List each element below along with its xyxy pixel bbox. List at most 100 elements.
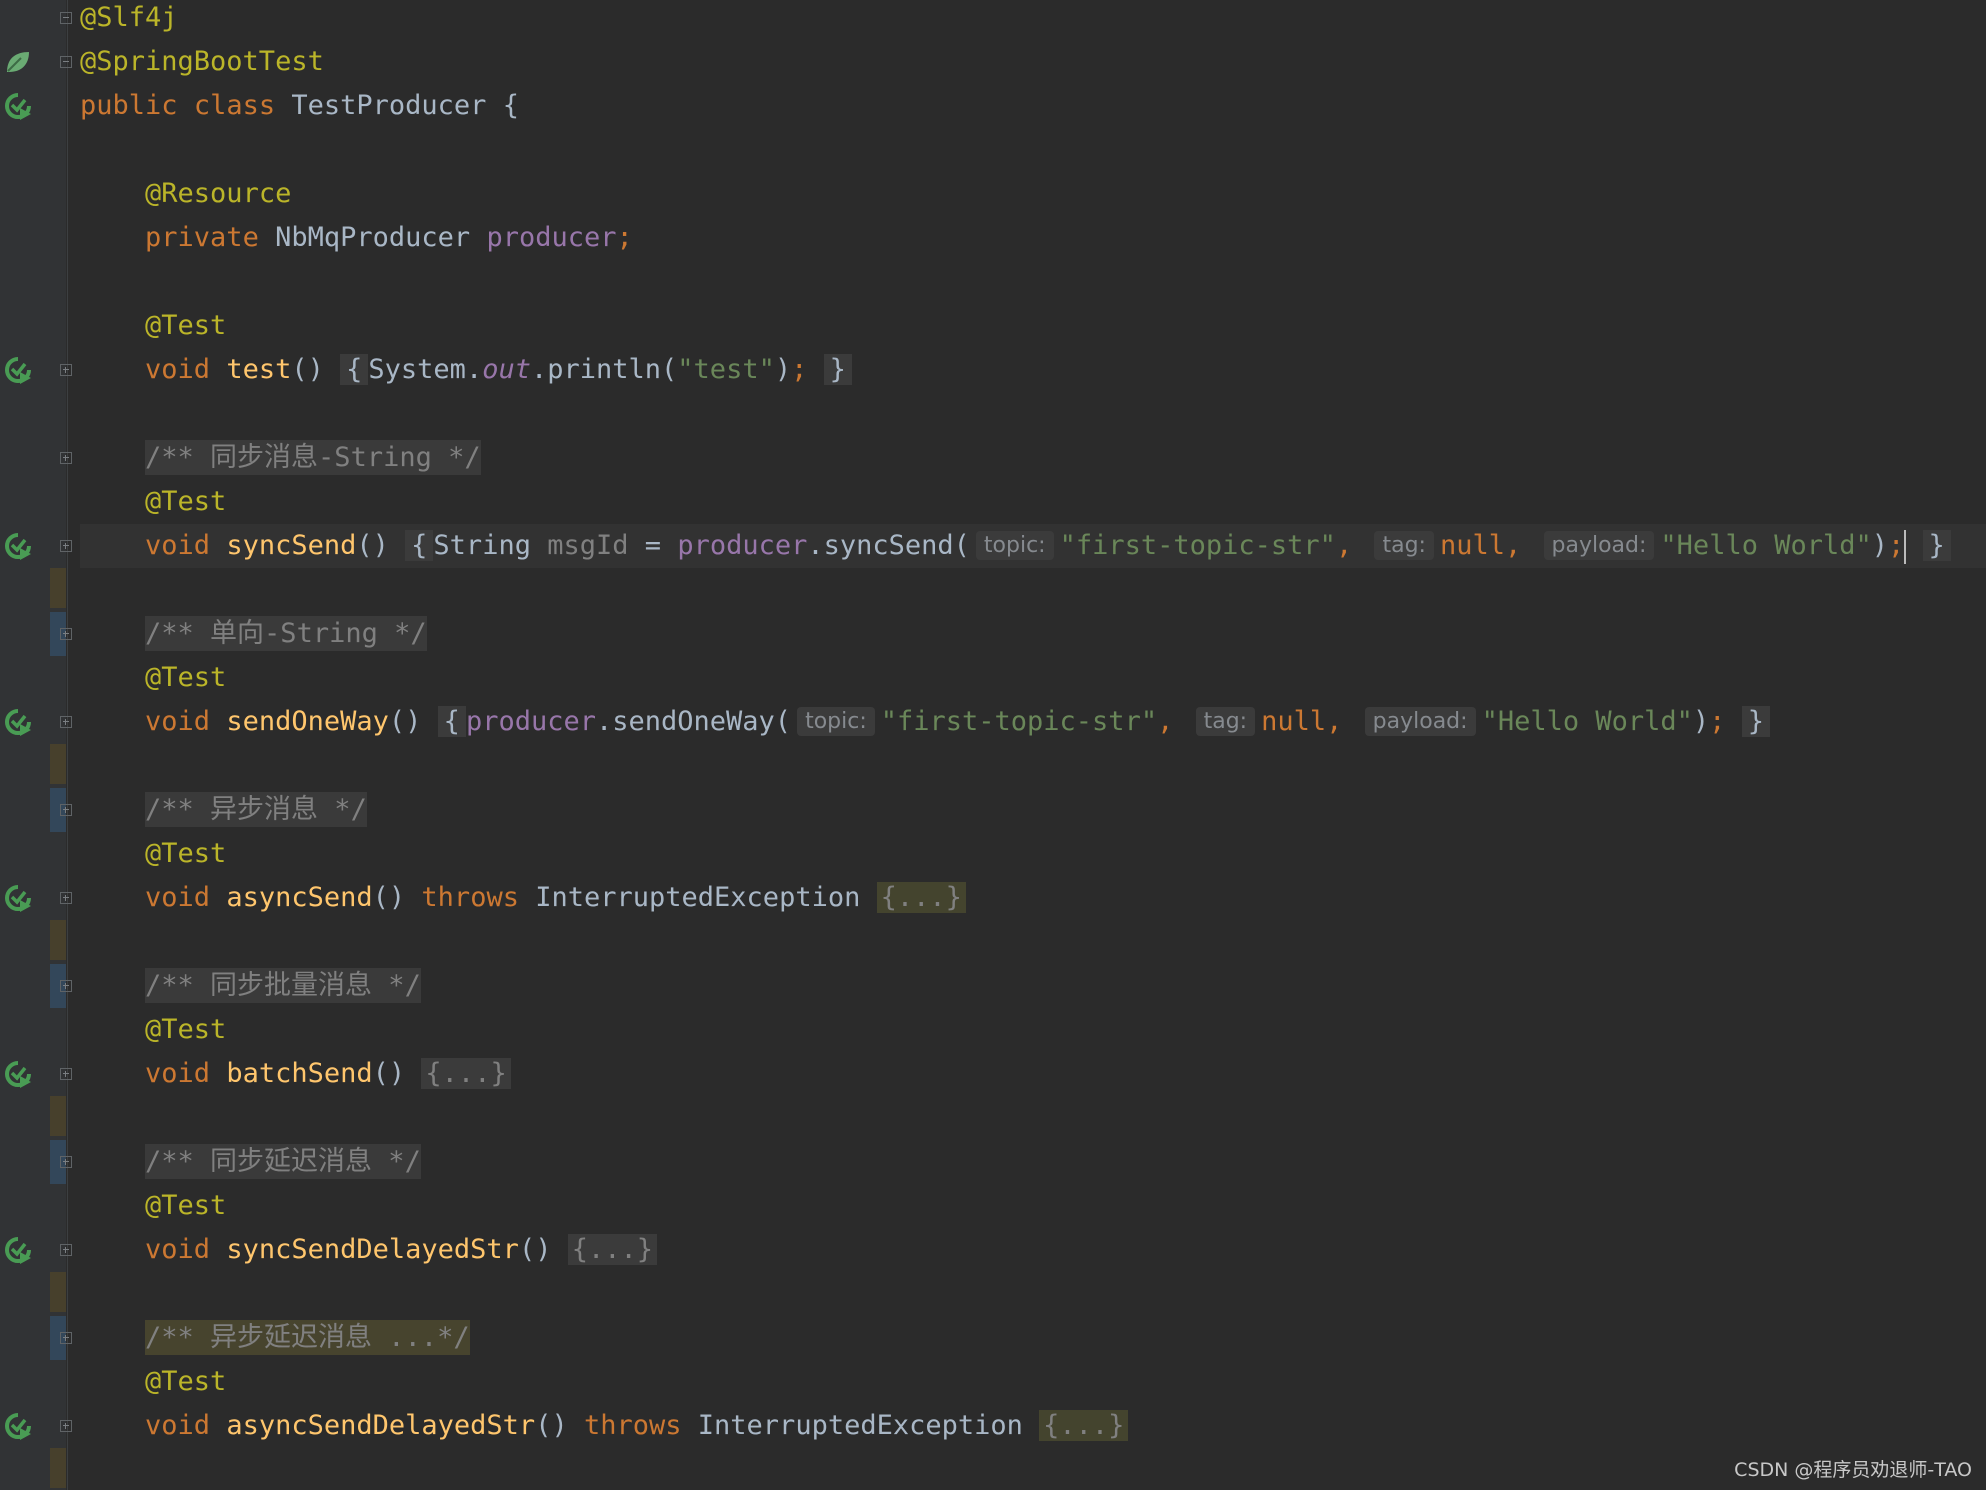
folded-brace[interactable]: } — [823, 354, 852, 385]
annotation: @Test — [145, 838, 227, 869]
run-test-icon[interactable] — [4, 92, 32, 120]
code-line[interactable]: public class TestProducer { — [80, 84, 1986, 128]
fold-toggle-icon[interactable] — [60, 1156, 72, 1168]
code-line[interactable]: @Resource — [80, 172, 1986, 216]
fold-toggle-icon[interactable] — [60, 12, 72, 24]
parens: () — [518, 1234, 552, 1265]
doc-comment[interactable]: /** 异步消息 */ — [145, 792, 367, 827]
method-name: asyncSend — [226, 882, 373, 913]
param-hint: payload: — [1364, 707, 1476, 736]
code-line[interactable]: @Test — [80, 480, 1986, 524]
code-line[interactable]: /** 同步延迟消息 */ — [80, 1140, 1986, 1184]
method-name: syncSendDelayedStr — [226, 1234, 519, 1265]
type-name: String — [433, 530, 531, 561]
fold-toggle-icon[interactable] — [60, 892, 72, 904]
run-test-icon[interactable] — [4, 1412, 32, 1440]
operator: = — [644, 530, 662, 561]
code-line[interactable]: private NbMqProducer producer; — [80, 216, 1986, 260]
fold-toggle-icon[interactable] — [60, 452, 72, 464]
folded-block[interactable]: {...} — [1039, 1410, 1129, 1441]
keyword: class — [193, 90, 276, 121]
keyword: void — [145, 1410, 211, 1441]
keyword: void — [145, 882, 211, 913]
parens: () — [372, 882, 406, 913]
gutter-divider — [67, 0, 68, 1490]
code-line-current[interactable]: void syncSend() {String msgId = producer… — [80, 524, 1986, 568]
code-line[interactable]: @Test — [80, 656, 1986, 700]
fold-toggle-icon[interactable] — [60, 1068, 72, 1080]
fold-toggle-icon[interactable] — [60, 540, 72, 552]
doc-comment[interactable]: /** 异步延迟消息 ...*/ — [145, 1320, 470, 1355]
code-line[interactable]: @Slf4j — [80, 0, 1986, 40]
code-line[interactable]: /** 异步延迟消息 ...*/ — [80, 1316, 1986, 1360]
method-name: sendOneWay — [226, 706, 389, 737]
fold-toggle-icon[interactable] — [60, 804, 72, 816]
run-test-icon[interactable] — [4, 532, 32, 560]
change-marker — [50, 920, 66, 960]
run-test-icon[interactable] — [4, 1236, 32, 1264]
doc-comment[interactable]: /** 单向-String */ — [145, 616, 427, 651]
folded-brace[interactable]: { — [437, 706, 466, 737]
fold-toggle-icon[interactable] — [60, 364, 72, 376]
code-line[interactable]: /** 单向-String */ — [80, 612, 1986, 656]
fold-toggle-icon[interactable] — [60, 980, 72, 992]
fold-toggle-icon[interactable] — [60, 1332, 72, 1344]
fold-toggle-icon[interactable] — [60, 628, 72, 640]
code-line[interactable]: @Test — [80, 1008, 1986, 1052]
code-line[interactable]: /** 异步消息 */ — [80, 788, 1986, 832]
folded-brace[interactable]: { — [340, 354, 369, 385]
fold-toggle-icon[interactable] — [60, 1244, 72, 1256]
parens: () — [388, 706, 422, 737]
annotation: @SpringBootTest — [80, 46, 324, 77]
method-name: batchSend — [226, 1058, 373, 1089]
folded-block[interactable]: {...} — [421, 1058, 511, 1089]
doc-comment[interactable]: /** 同步延迟消息 */ — [145, 1144, 421, 1179]
code-line[interactable]: void sendOneWay() {producer.sendOneWay(t… — [80, 700, 1986, 744]
method-name: syncSend — [226, 530, 357, 561]
folded-block[interactable]: {...} — [567, 1234, 657, 1265]
param-hint: topic: — [975, 531, 1054, 560]
code-line[interactable]: void asyncSendDelayedStr() throws Interr… — [80, 1404, 1986, 1448]
string-literal: "Hello World" — [1481, 706, 1693, 737]
semicolon: ; — [616, 222, 633, 253]
run-test-icon[interactable] — [4, 356, 32, 384]
fold-toggle-icon[interactable] — [60, 56, 72, 68]
comma: , — [1504, 530, 1522, 561]
code-line[interactable]: void asyncSend() throws InterruptedExcep… — [80, 876, 1986, 920]
code-line[interactable]: void batchSend() {...} — [80, 1052, 1986, 1096]
static-field: out — [482, 354, 531, 385]
run-test-icon[interactable] — [4, 708, 32, 736]
code-line[interactable]: @Test — [80, 832, 1986, 876]
string-literal: "test" — [677, 354, 775, 385]
code-line[interactable]: void test() {System.out.println("test");… — [80, 348, 1986, 392]
fold-toggle-icon[interactable] — [60, 716, 72, 728]
keyword: throws — [421, 882, 519, 913]
run-test-icon[interactable] — [4, 1060, 32, 1088]
folded-brace[interactable]: { — [405, 530, 434, 561]
folded-block[interactable]: {...} — [876, 882, 966, 913]
code-line[interactable]: @Test — [80, 304, 1986, 348]
code-line[interactable]: @Test — [80, 1184, 1986, 1228]
spring-bean-icon[interactable] — [4, 48, 32, 76]
code-line[interactable]: void syncSendDelayedStr() {...} — [80, 1228, 1986, 1272]
doc-comment[interactable]: /** 同步批量消息 */ — [145, 968, 421, 1003]
field-name: producer — [465, 706, 596, 737]
comma: , — [1335, 530, 1353, 561]
semicolon: ; — [1709, 706, 1726, 737]
code-line[interactable]: @SpringBootTest — [80, 40, 1986, 84]
method-name: asyncSendDelayedStr — [226, 1410, 536, 1441]
code-line[interactable]: @Test — [80, 1360, 1986, 1404]
code-line[interactable]: /** 同步消息-String */ — [80, 436, 1986, 480]
param-hint: tag: — [1374, 531, 1434, 560]
param-hint: topic: — [797, 707, 875, 736]
type-name: NbMqProducer — [275, 222, 471, 253]
folded-brace[interactable]: } — [1922, 530, 1951, 561]
doc-comment[interactable]: /** 同步消息-String */ — [145, 440, 481, 475]
field-name: producer — [486, 222, 617, 253]
keyword: null — [1439, 530, 1505, 561]
code-line[interactable]: /** 同步批量消息 */ — [80, 964, 1986, 1008]
class-name: TestProducer — [291, 90, 487, 121]
folded-brace[interactable]: } — [1741, 706, 1770, 737]
run-test-icon[interactable] — [4, 884, 32, 912]
fold-toggle-icon[interactable] — [60, 1420, 72, 1432]
